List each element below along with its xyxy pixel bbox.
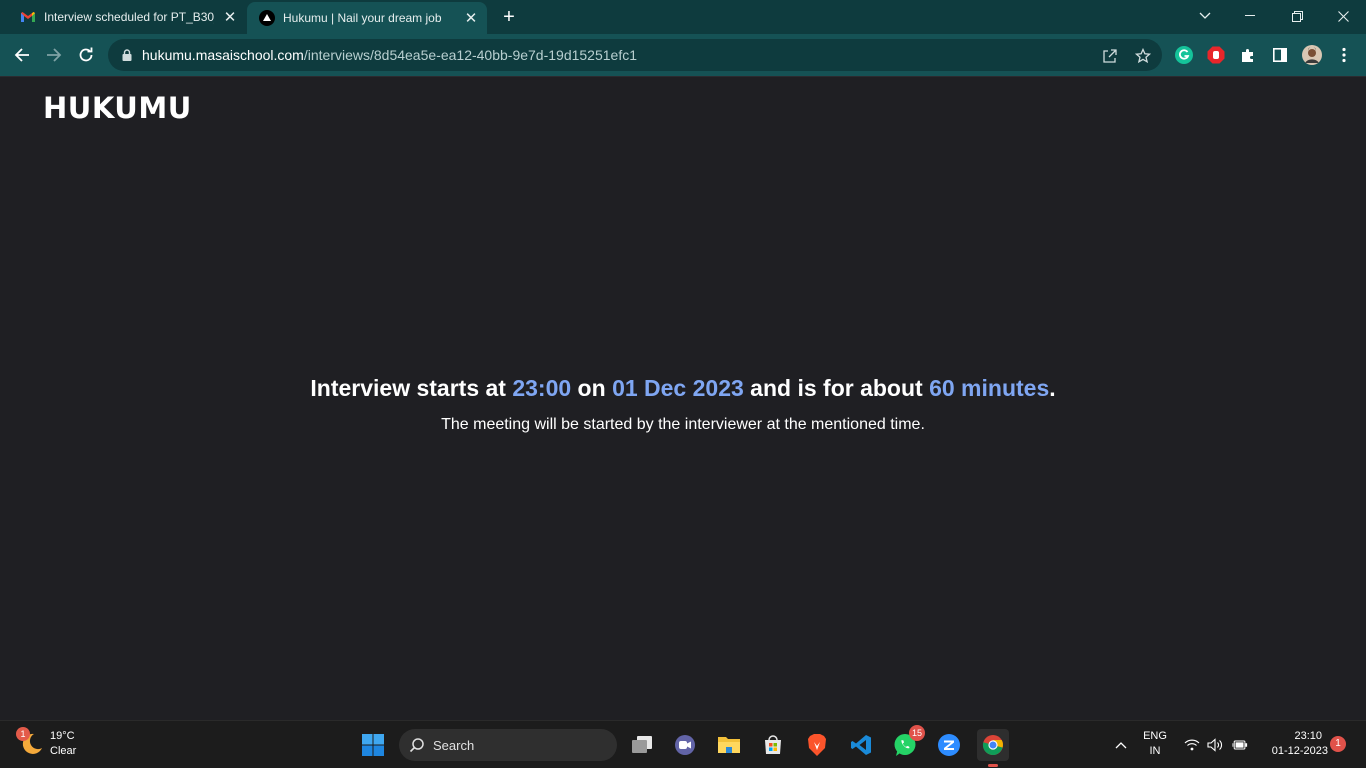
start-windows-icon[interactable] bbox=[357, 729, 389, 761]
weather-widget[interactable]: 1 19°C Clear bbox=[16, 727, 76, 759]
show-hidden-icons-chevron-up-icon[interactable] bbox=[1113, 737, 1129, 753]
teams-chat-icon[interactable] bbox=[669, 729, 701, 761]
clock[interactable]: 23:10 01-12-2023 bbox=[1258, 729, 1328, 759]
language-indicator[interactable]: ENG IN bbox=[1140, 729, 1170, 759]
clock-time: 23:10 bbox=[1294, 730, 1322, 742]
vscode-icon[interactable] bbox=[845, 729, 877, 761]
share-icon[interactable] bbox=[1101, 47, 1119, 65]
notification-badge[interactable]: 1 bbox=[1330, 736, 1346, 752]
page-content: HUKUMU Interview starts at 23:00 on 01 D… bbox=[0, 76, 1366, 720]
taskbar-search[interactable]: Search bbox=[399, 729, 617, 761]
whatsapp-badge: 15 bbox=[909, 725, 925, 741]
volume-icon[interactable] bbox=[1207, 737, 1223, 753]
interview-time: 23:00 bbox=[512, 375, 572, 401]
search-icon bbox=[409, 737, 425, 753]
headline-middle: and is for about bbox=[743, 375, 930, 401]
brave-browser-icon[interactable] bbox=[801, 729, 833, 761]
whatsapp-icon[interactable]: 15 bbox=[889, 725, 925, 761]
tab-search-chevron-icon[interactable] bbox=[1193, 4, 1217, 28]
gmail-icon bbox=[20, 9, 36, 25]
zoom-icon[interactable] bbox=[933, 729, 965, 761]
adblock-hand-icon[interactable] bbox=[1206, 45, 1226, 65]
region-code: IN bbox=[1149, 745, 1161, 757]
file-explorer-icon[interactable] bbox=[713, 729, 745, 761]
tab-title: Interview scheduled for PT_B30_ bbox=[44, 10, 214, 24]
microsoft-store-icon[interactable] bbox=[757, 729, 789, 761]
weather-condition: Clear bbox=[50, 745, 77, 757]
moon-icon: 1 bbox=[16, 727, 44, 757]
weather-badge: 1 bbox=[16, 727, 30, 741]
interview-date: 01 Dec 2023 bbox=[612, 375, 744, 401]
reload-button[interactable] bbox=[74, 43, 98, 67]
extensions-puzzle-icon[interactable] bbox=[1238, 45, 1258, 65]
close-window-button[interactable] bbox=[1331, 4, 1355, 28]
hukumu-logo[interactable]: HUKUMU bbox=[43, 91, 192, 125]
headline-suffix: . bbox=[1049, 375, 1056, 401]
url-host: hukumu.masaischool.com bbox=[142, 47, 304, 63]
close-tab-icon[interactable]: ✕ bbox=[463, 10, 479, 27]
bookmark-star-icon[interactable] bbox=[1134, 47, 1152, 65]
interview-duration: 60 minutes bbox=[929, 375, 1050, 401]
interview-headline: Interview starts at 23:00 on 01 Dec 2023… bbox=[0, 375, 1366, 402]
chrome-icon[interactable] bbox=[977, 729, 1009, 767]
temperature: 19°C bbox=[50, 730, 75, 742]
new-tab-button[interactable]: + bbox=[498, 6, 520, 28]
side-panel-icon[interactable] bbox=[1270, 45, 1290, 65]
weather-text: 19°C Clear bbox=[50, 729, 76, 759]
tab-hukumu[interactable]: Hukumu | Nail your dream job ✕ bbox=[247, 2, 487, 34]
wifi-icon[interactable] bbox=[1184, 737, 1200, 753]
address-bar[interactable]: hukumu.masaischool.com/interviews/8d54ea… bbox=[108, 39, 1162, 71]
profile-avatar[interactable] bbox=[1302, 45, 1322, 65]
restore-button[interactable] bbox=[1285, 4, 1309, 28]
grammarly-icon[interactable] bbox=[1174, 45, 1194, 65]
tab-strip: Interview scheduled for PT_B30_ ✕ Hukumu… bbox=[0, 0, 1366, 34]
clock-date: 01-12-2023 bbox=[1271, 745, 1328, 757]
close-tab-icon[interactable]: ✕ bbox=[222, 9, 238, 26]
task-view-icon[interactable] bbox=[626, 729, 658, 761]
tab-gmail[interactable]: Interview scheduled for PT_B30_ ✕ bbox=[12, 0, 246, 34]
tab-title: Hukumu | Nail your dream job bbox=[283, 11, 442, 25]
back-button[interactable] bbox=[10, 43, 34, 67]
lock-icon[interactable] bbox=[120, 48, 134, 62]
url-path: /interviews/8d54ea5e-ea12-40bb-9e7d-19d1… bbox=[303, 47, 638, 63]
forward-button[interactable] bbox=[42, 43, 66, 67]
minimize-button[interactable] bbox=[1238, 4, 1262, 28]
battery-charging-icon[interactable] bbox=[1232, 737, 1248, 753]
search-placeholder: Search bbox=[433, 737, 475, 753]
windows-taskbar: 1 19°C Clear Search 15 ENG IN 23:10 01-1… bbox=[0, 720, 1366, 768]
language-code: ENG bbox=[1143, 730, 1167, 742]
browser-toolbar: hukumu.masaischool.com/interviews/8d54ea… bbox=[0, 34, 1366, 76]
headline-on: on bbox=[571, 375, 613, 401]
triangle-app-icon bbox=[259, 10, 275, 26]
interview-subtext: The meeting will be started by the inter… bbox=[441, 416, 925, 433]
url-text: hukumu.masaischool.com/interviews/8d54ea… bbox=[142, 47, 637, 63]
browser-menu-icon[interactable] bbox=[1334, 45, 1354, 65]
headline-prefix: Interview starts at bbox=[310, 375, 513, 401]
